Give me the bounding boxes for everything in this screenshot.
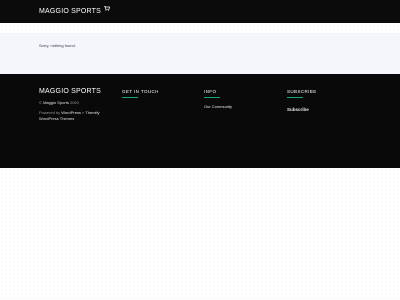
footer-about-column: MAGGIO SPORTS © Maggio Sports 2020 Power… <box>39 88 101 122</box>
heading-underline <box>122 97 138 99</box>
themify-link[interactable]: Themify <box>85 110 99 115</box>
copyright-year: 2020 <box>68 100 79 105</box>
top-nav-bar: MAGGIO SPORTS <box>0 0 400 23</box>
footer-contact-column: GET IN TOUCH <box>122 88 159 104</box>
subscribe-button[interactable]: Subscribe <box>287 107 371 112</box>
search-results-notice: Sorry, nothing found. <box>0 33 400 74</box>
nothing-found-message: Sorry, nothing found. <box>39 43 76 48</box>
wordpress-themes-link[interactable]: WordPress Themes <box>39 116 74 121</box>
our-community-link[interactable]: Our Community <box>204 104 232 109</box>
powered-prefix: Powered by <box>39 110 62 115</box>
footer-subscribe-column: SUBSCRIBE Subscribe <box>287 88 371 112</box>
site-footer: MAGGIO SPORTS © Maggio Sports 2020 Power… <box>0 74 400 168</box>
subscribe-heading: SUBSCRIBE <box>287 89 317 94</box>
copyright-line: © Maggio Sports 2020 <box>39 100 101 106</box>
info-heading: INFO <box>204 89 217 94</box>
site-logo[interactable]: MAGGIO SPORTS <box>39 8 101 15</box>
footer-info-column: INFO Our Community <box>204 88 232 109</box>
heading-underline <box>204 97 220 99</box>
heading-underline <box>287 97 303 99</box>
get-in-touch-heading: GET IN TOUCH <box>122 89 159 94</box>
cart-icon[interactable] <box>104 6 110 11</box>
powered-by-line: Powered by WordPress » Themify WordPress … <box>39 110 101 122</box>
wordpress-link[interactable]: WordPress <box>61 110 81 115</box>
footer-logo[interactable]: MAGGIO SPORTS <box>39 88 101 95</box>
copyright-brand-link[interactable]: Maggio Sports <box>43 100 69 105</box>
